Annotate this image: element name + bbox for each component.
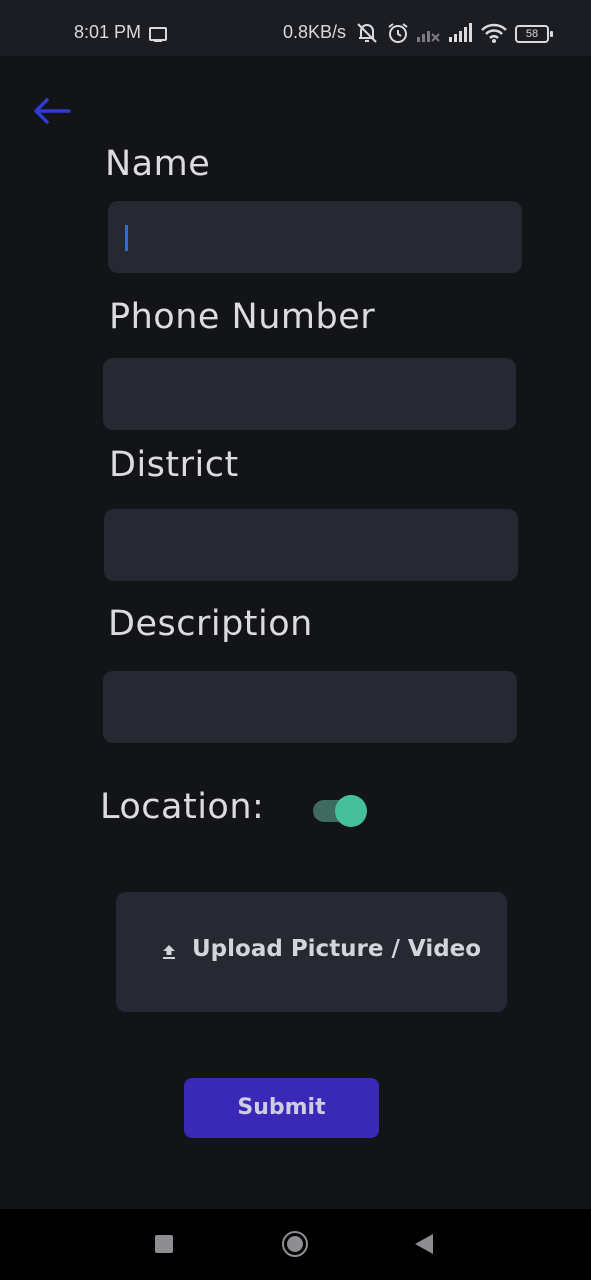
description-label: Description xyxy=(108,604,313,644)
name-label: Name xyxy=(105,144,211,184)
network-speed: 0.8KB/s xyxy=(283,22,347,42)
screen-cast-icon xyxy=(149,27,167,42)
recents-icon[interactable] xyxy=(155,1235,173,1253)
navigation-bar xyxy=(0,1209,591,1280)
mute-icon xyxy=(357,23,377,43)
phone-label: Phone Number xyxy=(109,297,376,337)
phone-input[interactable] xyxy=(103,358,516,430)
upload-icon xyxy=(163,945,175,959)
signal-no-sim-icon xyxy=(417,31,440,42)
home-icon[interactable] xyxy=(282,1231,308,1257)
toggle-thumb xyxy=(335,795,367,827)
back-arrow-icon[interactable] xyxy=(32,94,72,128)
text-cursor xyxy=(125,225,128,251)
screen: 8:01 PM 0.8KB/s 58 Name Phone Number Dis… xyxy=(0,0,591,1280)
district-label: District xyxy=(109,445,239,485)
upload-label: Upload Picture / Video xyxy=(192,936,482,962)
name-input[interactable] xyxy=(108,201,522,273)
alarm-icon xyxy=(388,23,408,43)
signal-icon xyxy=(449,23,472,42)
location-toggle[interactable] xyxy=(313,794,369,828)
location-label: Location: xyxy=(100,787,265,827)
description-input[interactable] xyxy=(103,671,517,743)
upload-media-button[interactable]: Upload Picture / Video xyxy=(116,892,507,1012)
status-time: 8:01 PM xyxy=(74,22,142,42)
back-icon[interactable] xyxy=(415,1234,433,1254)
wifi-icon xyxy=(481,23,507,43)
submit-button[interactable]: Submit xyxy=(184,1078,379,1138)
status-bar: 8:01 PM 0.8KB/s 58 xyxy=(0,0,591,56)
battery-icon: 58 xyxy=(515,25,553,43)
district-input[interactable] xyxy=(104,509,518,581)
